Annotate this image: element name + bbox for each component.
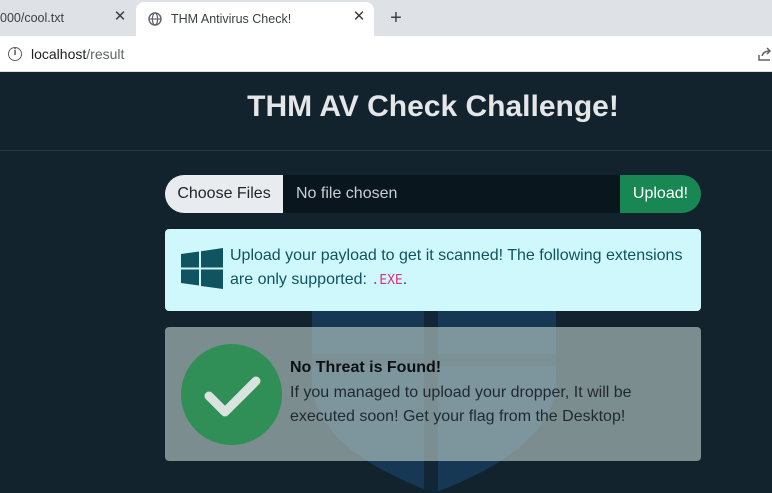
tab-title: THM Antivirus Check!	[171, 12, 292, 26]
page-title: THM AV Check Challenge!	[247, 90, 619, 123]
result-message: If you managed to upload your dropper, I…	[290, 384, 632, 425]
windows-logo-icon	[181, 248, 223, 289]
page-body: THM AV Check Challenge! Choose Files No …	[0, 72, 772, 493]
alert-text: Upload your payload to get it scanned! T…	[230, 247, 683, 288]
browser-tab-bar: 000/cool.txt ✕ THM Antivirus Check! ✕ +	[0, 0, 772, 36]
supported-extensions-alert: Upload your payload to get it scanned! T…	[165, 229, 701, 311]
plus-icon[interactable]: +	[386, 8, 406, 28]
tab-cool-txt[interactable]: 000/cool.txt ✕	[0, 0, 136, 36]
header-divider	[0, 150, 772, 151]
url-host: localhost	[31, 46, 87, 62]
info-icon[interactable]: i	[8, 47, 22, 61]
result-title: No Threat is Found!	[290, 359, 442, 376]
scan-result-card: No Threat is Found! If you managed to up…	[165, 327, 701, 461]
close-icon[interactable]: ✕	[111, 8, 129, 26]
close-icon[interactable]: ✕	[350, 8, 368, 26]
alert-suffix: .	[402, 271, 408, 288]
checkmark-icon	[181, 344, 282, 445]
tab-thm-antivirus-check[interactable]: THM Antivirus Check! ✕	[136, 2, 374, 36]
url-text[interactable]: localhost/result	[31, 46, 124, 62]
url-path: /result	[86, 46, 125, 62]
choose-files-button[interactable]: Choose Files	[165, 175, 283, 213]
upload-button[interactable]: Upload!	[620, 175, 701, 213]
extension-code: .EXE	[371, 273, 403, 288]
globe-icon	[148, 12, 162, 26]
address-bar[interactable]: i localhost/result	[0, 36, 772, 72]
share-icon[interactable]	[757, 46, 772, 62]
file-status-field[interactable]: No file chosen	[283, 175, 620, 213]
tab-title: 000/cool.txt	[0, 11, 64, 25]
file-upload-group: Choose Files No file chosen Upload!	[165, 175, 701, 213]
alert-message: Upload your payload to get it scanned! T…	[230, 244, 692, 293]
